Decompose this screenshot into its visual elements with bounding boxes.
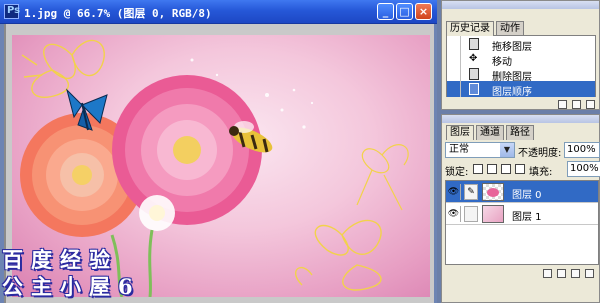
link-slot-icon[interactable] (464, 206, 478, 222)
layer-thumbnail (482, 183, 504, 201)
history-item-label: 图层顺序 (492, 87, 532, 98)
minimize-button[interactable]: _ (377, 3, 394, 20)
watermark-line2: 公主小屋6 (2, 274, 141, 299)
watermark-line1: 百度经验 (2, 247, 118, 272)
document-title-bar[interactable]: Ps 1.jpg @ 66.7% (图层 0, RGB/8) _ □ × (0, 0, 437, 24)
lock-image-icon[interactable] (487, 164, 497, 174)
document-icon (469, 83, 479, 95)
layers-panel: 图层 通道 路径 正常 ▼ 不透明度: 100% 锁定: 填充: 100% 👁 … (441, 114, 600, 303)
layers-list: 👁 ✎ 图层 0 👁 图层 1 (445, 180, 599, 265)
blend-mode-select[interactable]: 正常 ▼ (445, 142, 515, 158)
outline-flower-bottomright (295, 219, 382, 291)
outline-flower-topleft (21, 39, 105, 98)
new-layer-icon[interactable] (571, 269, 580, 278)
new-document-icon[interactable] (558, 100, 567, 109)
brush-icon[interactable]: ✎ (464, 184, 478, 200)
lock-row: 锁定: 填充: 100% (445, 161, 600, 178)
tab-paths[interactable]: 路径 (506, 125, 534, 140)
tab-history[interactable]: 历史记录 (446, 21, 494, 36)
new-fill-layer-icon[interactable] (543, 269, 552, 278)
layers-footer (445, 267, 599, 281)
pink-dahlia (112, 75, 262, 225)
layer-thumbnail (482, 205, 504, 223)
lock-label: 锁定: (445, 167, 469, 178)
blend-mode-value: 正常 (449, 144, 469, 155)
lock-all-icon[interactable] (515, 164, 525, 174)
maximize-icon: □ (399, 5, 410, 18)
layer-name: 图层 0 (512, 190, 542, 201)
history-item[interactable]: 删除图层 (447, 66, 595, 83)
tab-channels[interactable]: 通道 (476, 125, 504, 140)
layer-row[interactable]: 👁 图层 1 (446, 203, 598, 225)
lock-position-icon[interactable] (501, 164, 511, 174)
fill-input[interactable]: 100% (567, 161, 600, 177)
opacity-input[interactable]: 100% (564, 142, 600, 158)
new-group-icon[interactable] (557, 269, 566, 278)
layer-row-selected[interactable]: 👁 ✎ 图层 0 (446, 181, 598, 203)
outline-flower-right (356, 144, 409, 211)
eye-icon[interactable]: 👁 (447, 184, 461, 200)
layers-panel-header[interactable] (442, 115, 599, 123)
trash-icon[interactable] (585, 269, 594, 278)
history-snapshot-slot (447, 81, 461, 97)
close-icon: × (418, 5, 429, 18)
history-item[interactable]: ✥ 移动 (447, 51, 595, 68)
eye-icon[interactable]: 👁 (447, 206, 461, 222)
white-blossom (139, 195, 175, 231)
history-list: 拖移图层 ✥ 移动 删除图层 图层顺序 (446, 35, 596, 98)
history-snapshot-slot (447, 66, 461, 82)
fill-label: 填充: (529, 167, 553, 178)
maximize-button[interactable]: □ (396, 3, 413, 20)
close-button[interactable]: × (415, 3, 432, 20)
minimize-icon: _ (382, 5, 389, 18)
document-window: Ps 1.jpg @ 66.7% (图层 0, RGB/8) _ □ × 百度经… (0, 0, 437, 303)
new-snapshot-icon[interactable] (572, 100, 581, 109)
document-title: 1.jpg @ 66.7% (图层 0, RGB/8) (24, 7, 212, 20)
history-panel-header[interactable] (442, 1, 599, 9)
opacity-label: 不透明度: (518, 148, 562, 159)
history-footer (446, 98, 596, 110)
history-snapshot-slot (447, 36, 461, 52)
history-item[interactable]: 拖移图层 (447, 36, 595, 53)
move-icon: ✥ (469, 53, 478, 64)
history-snapshot-slot (447, 51, 461, 67)
tab-layers[interactable]: 图层 (446, 125, 474, 140)
history-item-selected[interactable]: 图层顺序 (447, 81, 595, 98)
photoshop-doc-icon: Ps (4, 4, 20, 19)
document-icon (469, 38, 479, 50)
tab-actions[interactable]: 动作 (496, 21, 524, 36)
chevron-down-icon: ▼ (500, 143, 514, 157)
trash-icon[interactable] (586, 100, 595, 109)
layer-name: 图层 1 (512, 212, 542, 223)
history-panel: 历史记录 动作 拖移图层 ✥ 移动 删除图层 图层顺序 (441, 0, 600, 110)
lock-transparency-icon[interactable] (473, 164, 483, 174)
document-icon (469, 68, 479, 80)
